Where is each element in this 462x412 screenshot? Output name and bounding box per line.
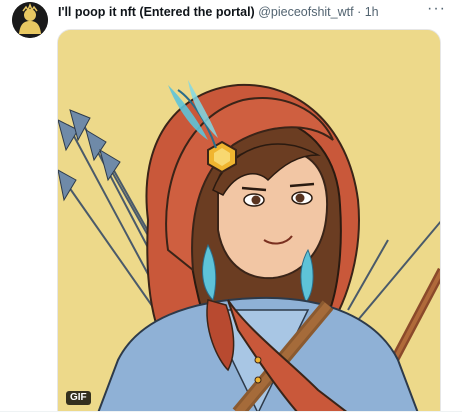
- avatar-silhouette-icon: [12, 2, 48, 38]
- user-handle[interactable]: @pieceofshit_wtf: [258, 5, 353, 19]
- illustration-archer-girl: [58, 30, 440, 411]
- tweet-media-gif[interactable]: GIF: [57, 29, 441, 412]
- more-options-icon[interactable]: ···: [427, 0, 446, 18]
- tweet[interactable]: I'll poop it nft (Entered the portal) @p…: [0, 0, 462, 412]
- gif-badge: GIF: [66, 391, 91, 405]
- timestamp[interactable]: 1h: [365, 5, 379, 19]
- display-name[interactable]: I'll poop it nft (Entered the portal): [58, 5, 255, 19]
- tweet-header: I'll poop it nft (Entered the portal) @p…: [58, 4, 422, 20]
- avatar[interactable]: [12, 2, 48, 38]
- separator: ·: [357, 5, 362, 19]
